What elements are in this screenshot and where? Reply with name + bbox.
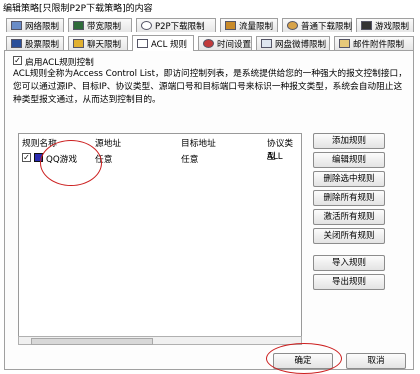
clock-icon (203, 39, 214, 48)
tab-p2p-limit[interactable]: P2P下载限制 (136, 18, 216, 32)
tab-network-limit[interactable]: 网络限制 (6, 18, 64, 32)
tab-traffic-limit[interactable]: 流量限制 (220, 18, 278, 32)
tab-chat-limit[interactable]: 聊天限制 (68, 36, 128, 50)
window-title: 编辑策略[只限制P2P下载策略]的内容 (3, 4, 153, 14)
scrollbar-thumb[interactable] (31, 338, 153, 345)
tab-time-settings[interactable]: 时间设置 (198, 36, 252, 50)
chat-icon (73, 39, 84, 48)
tab-row-1: 网络限制 带宽限制 P2P下载限制 流量限制 普通下载限制 游戏限制 (0, 18, 420, 33)
rules-list[interactable]: 规则名称 源地址 目标地址 协议类型 ✓ QQ游戏 任意 任意 ALL (18, 133, 302, 345)
stock-icon (11, 39, 22, 48)
network-icon (11, 21, 22, 30)
enable-acl-label: 启用ACL规则控制 (25, 58, 94, 68)
tab-game-limit[interactable]: 游戏限制 (356, 18, 414, 32)
tab-mail-attachment-limit[interactable]: 邮件附件限制 (334, 36, 414, 50)
import-rules-button[interactable]: 导入规则 (313, 255, 385, 271)
cloud-icon (261, 39, 272, 48)
tab-acl-rules[interactable]: ACL 规则 (132, 35, 194, 51)
activate-all-rules-button[interactable]: 激活所有规则 (313, 209, 385, 225)
export-rules-button[interactable]: 导出规则 (313, 274, 385, 290)
ok-button[interactable]: 确定 (273, 353, 333, 369)
bandwidth-icon (73, 21, 84, 30)
horizontal-scrollbar[interactable] (18, 336, 302, 345)
tab-cloud-weibo-limit[interactable]: 网盘微博限制 (256, 36, 330, 50)
tab-download-limit[interactable]: 普通下载限制 (282, 18, 352, 32)
acl-icon (137, 39, 148, 48)
disable-all-rules-button[interactable]: 关闭所有规则 (313, 228, 385, 244)
tab-bandwidth-limit[interactable]: 带宽限制 (68, 18, 132, 32)
mail-icon (339, 39, 350, 48)
column-rule-name[interactable]: 规则名称 (22, 136, 57, 149)
window-titlebar: 编辑策略[只限制P2P下载策略]的内容 (0, 0, 420, 14)
tab-stock-limit[interactable]: 股票限制 (6, 36, 64, 50)
delete-selected-rule-button[interactable]: 删除选中规则 (313, 171, 385, 187)
rule-name: QQ游戏 (46, 155, 78, 165)
p2p-icon (141, 21, 152, 30)
column-target[interactable]: 目标地址 (181, 136, 216, 149)
enable-acl-checkbox[interactable]: ✓ (13, 56, 22, 65)
table-row[interactable]: ✓ QQ游戏 任意 任意 ALL (19, 151, 301, 165)
download-icon (287, 21, 298, 30)
rule-icon (34, 153, 43, 162)
acl-description: ACL规则全称为Access Control List，即访问控制列表，是系统提… (13, 69, 407, 105)
traffic-icon (225, 21, 236, 30)
rules-list-header: 规则名称 源地址 目标地址 协议类型 (19, 134, 301, 162)
game-icon (361, 21, 372, 30)
add-rule-button[interactable]: 添加规则 (313, 133, 385, 149)
column-source[interactable]: 源地址 (95, 136, 121, 149)
rule-source: 任意 (95, 155, 113, 165)
rule-protocol: ALL (267, 152, 283, 162)
rule-checkbox[interactable]: ✓ (22, 153, 31, 162)
rule-target: 任意 (181, 155, 199, 165)
cancel-button[interactable]: 取消 (346, 353, 406, 369)
edit-rule-button[interactable]: 编辑规则 (313, 152, 385, 168)
delete-all-rules-button[interactable]: 删除所有规则 (313, 190, 385, 206)
tab-row-2: 股票限制 聊天限制 ACL 规则 时间设置 网盘微博限制 邮件附件限制 (0, 35, 420, 51)
